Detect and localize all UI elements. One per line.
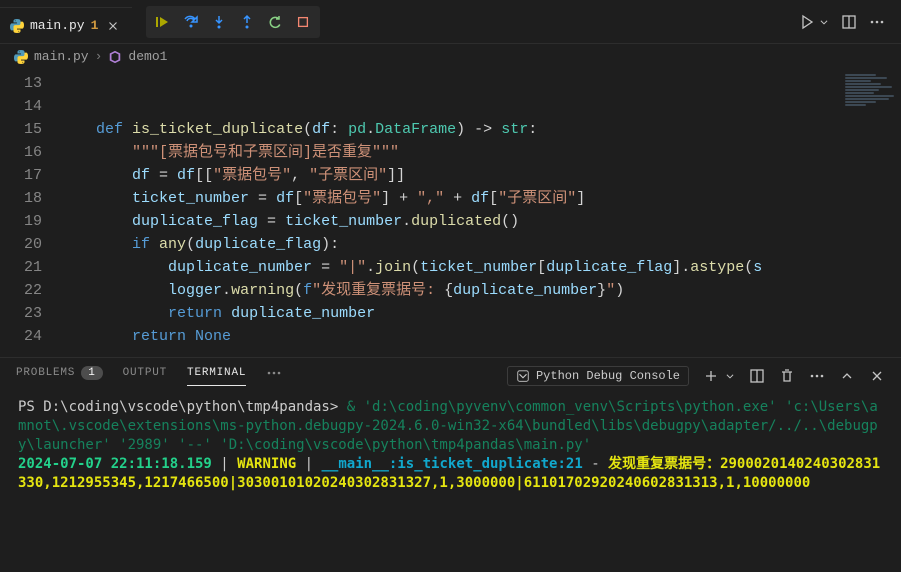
panel-tabs: PROBLEMS 1 OUTPUT TERMINAL Python Debug …	[0, 358, 901, 394]
chevron-down-icon[interactable]	[819, 17, 829, 27]
maximize-panel-button[interactable]	[839, 368, 855, 384]
run-button[interactable]	[799, 14, 815, 30]
minimap[interactable]	[841, 70, 901, 357]
debug-toolbar	[146, 6, 320, 38]
tab-terminal[interactable]: TERMINAL	[187, 367, 246, 386]
breadcrumb-file[interactable]: main.py	[34, 49, 89, 64]
more-tabs-button[interactable]	[266, 365, 282, 388]
code-content[interactable]: def is_ticket_duplicate(df: pd.DataFrame…	[60, 70, 901, 357]
step-into-button[interactable]	[206, 10, 232, 34]
split-terminal-button[interactable]	[749, 368, 765, 384]
split-editor-button[interactable]	[841, 14, 857, 30]
problems-count-badge: 1	[81, 366, 102, 380]
editor[interactable]: 131415161718192021222324 def is_ticket_d…	[0, 70, 901, 357]
breadcrumb-symbol[interactable]: demo1	[128, 49, 167, 64]
log-timestamp: 2024-07-07 22:11:18.159	[18, 456, 212, 472]
step-over-button[interactable]	[178, 10, 204, 34]
editor-actions	[799, 14, 901, 30]
python-file-icon	[14, 50, 28, 64]
stop-button[interactable]	[290, 10, 316, 34]
terminal-dropdown-icon[interactable]	[725, 371, 735, 381]
tab-filename: main.py	[30, 18, 85, 33]
tab-main-py[interactable]: main.py 1	[0, 7, 132, 43]
close-panel-button[interactable]	[869, 368, 885, 384]
titlebar: main.py 1	[0, 0, 901, 44]
tab-modified-indicator: 1	[91, 18, 99, 33]
restart-button[interactable]	[262, 10, 288, 34]
debug-icon	[516, 369, 530, 383]
terminal-content[interactable]: PS D:\coding\vscode\python\tmp4pandas> &…	[0, 394, 901, 572]
terminal-prompt: PS D:\coding\vscode\python\tmp4pandas>	[18, 399, 347, 415]
tab-problems[interactable]: PROBLEMS 1	[16, 366, 103, 387]
breadcrumb-sep-icon: ›	[95, 49, 103, 64]
step-out-button[interactable]	[234, 10, 260, 34]
symbol-namespace-icon	[108, 50, 122, 64]
python-file-icon	[10, 19, 24, 33]
more-actions-button[interactable]	[869, 14, 885, 30]
breadcrumb[interactable]: main.py › demo1	[0, 44, 901, 70]
kill-terminal-button[interactable]	[779, 368, 795, 384]
line-numbers: 131415161718192021222324	[0, 70, 60, 357]
close-tab-button[interactable]	[104, 17, 122, 35]
tab-output[interactable]: OUTPUT	[123, 367, 167, 386]
log-level: WARNING	[237, 456, 296, 472]
editor-tabs: main.py 1	[0, 0, 132, 43]
continue-pause-button[interactable]	[150, 10, 176, 34]
log-location: __main__:is_ticket_duplicate:21	[321, 456, 582, 472]
terminal-select[interactable]: Python Debug Console	[507, 366, 689, 386]
panel-more-button[interactable]	[809, 368, 825, 384]
new-terminal-button[interactable]	[703, 368, 719, 384]
panel: PROBLEMS 1 OUTPUT TERMINAL Python Debug …	[0, 357, 901, 572]
